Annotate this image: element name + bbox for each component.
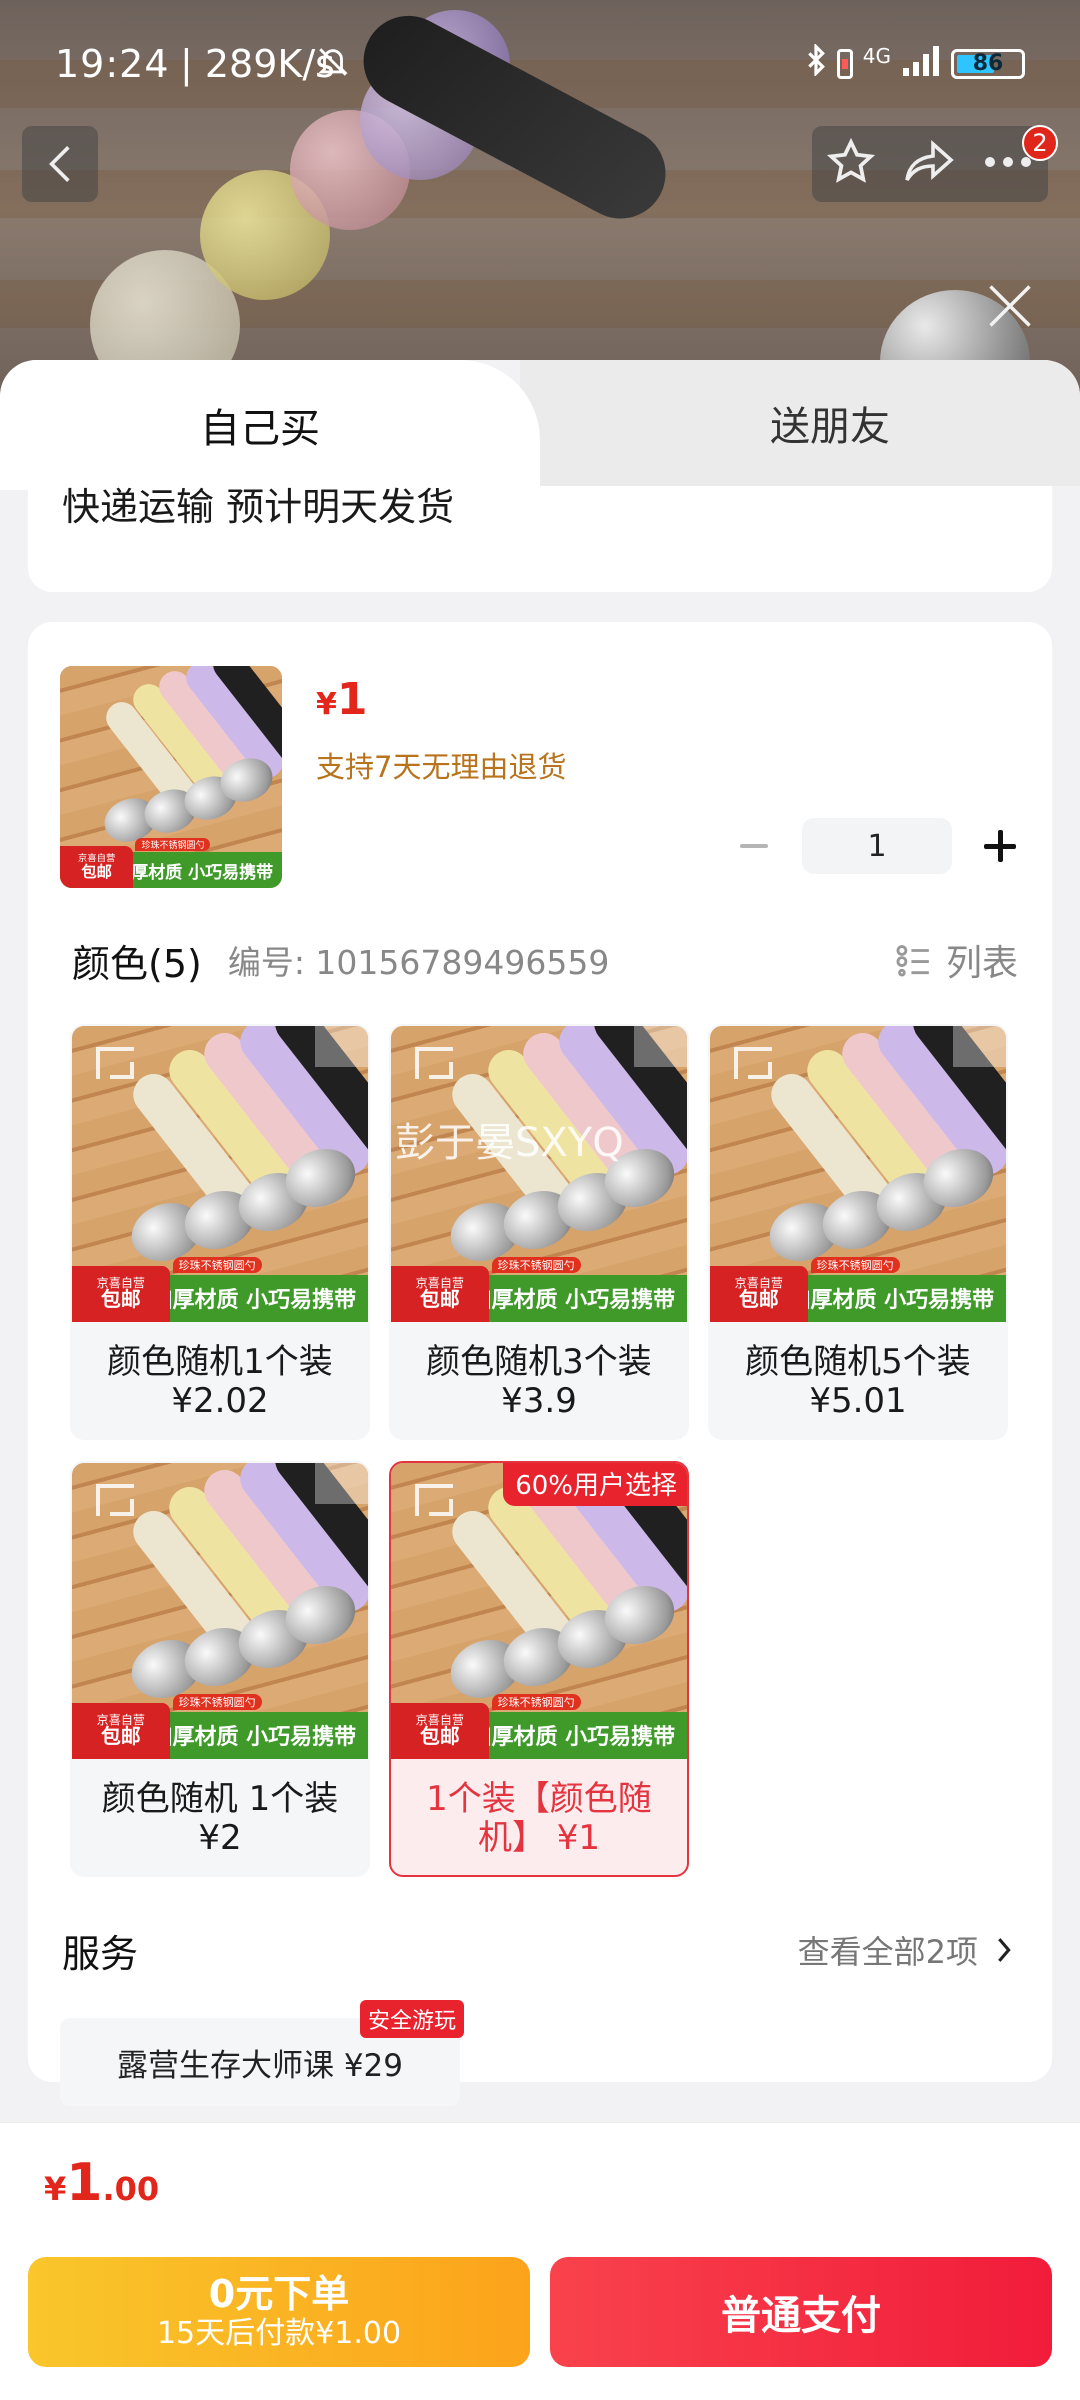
services-view-all[interactable]: 查看全部2项 — [798, 1927, 1012, 1973]
thumb-tagline: 珍珠不锈钢圆勺 — [491, 1257, 581, 1274]
option-name: 颜色随机3个装 — [426, 1341, 652, 1382]
option-item[interactable]: 加厚材质 小巧易携带 珍珠不锈钢圆勺 京喜自营 包邮 颜色随机 1个装 ¥2 — [70, 1461, 370, 1877]
sku-number: 编号: 10156789496559 — [227, 943, 610, 982]
option-price: ¥2.02 — [171, 1381, 269, 1421]
thumb-footer: 加厚材质 小巧易携带 — [469, 1725, 676, 1751]
total-price: ¥1.00 — [44, 2153, 159, 2213]
pay-later-button[interactable]: 0元下单 15天后付款¥1.00 — [28, 2257, 530, 2367]
list-icon — [896, 945, 929, 977]
status-icons: 4G 86 — [805, 42, 1025, 83]
jd-badge-line2: 包邮 — [81, 862, 112, 881]
price-symbol: ¥ — [316, 687, 337, 722]
tab-gift-friend[interactable]: 送朋友 — [520, 360, 1080, 486]
services-header: 服务 查看全部2项 — [62, 1920, 1012, 1980]
option-name: 颜色随机 1个装 — [101, 1778, 339, 1819]
thumb-footer: 加厚材质 小巧易携带 — [150, 1288, 357, 1314]
option-price: ¥2 — [198, 1818, 242, 1858]
list-view-toggle[interactable]: 列表 — [894, 934, 1018, 986]
jd-badge-line2: 包邮 — [739, 1287, 779, 1311]
jd-badge-line2: 包邮 — [101, 1287, 141, 1311]
battery-level: 86 — [972, 51, 1004, 76]
option-item[interactable]: 加厚材质 小巧易携带 珍珠不锈钢圆勺 京喜自营 包邮 颜色随机5个装 ¥5.01 — [708, 1024, 1008, 1440]
option-item-selected[interactable]: 加厚材质 小巧易携带 珍珠不锈钢圆勺 京喜自营 包邮 1个装【颜色随机】 ¥1 60%… — [389, 1461, 689, 1877]
back-button[interactable] — [22, 126, 98, 202]
option-title: 颜色(5) — [72, 941, 202, 986]
option-name: 颜色随机1个装 — [107, 1341, 333, 1382]
list-view-label: 列表 — [945, 943, 1018, 984]
tab-label: 自己买 — [200, 406, 320, 452]
jd-badge-line2: 包邮 — [420, 1724, 460, 1748]
price-value: 1 — [336, 674, 368, 725]
tab-label: 送朋友 — [770, 404, 890, 450]
thumb-tagline: 珍珠不锈钢圆勺 — [172, 1694, 262, 1711]
services-title: 服务 — [62, 1931, 139, 1976]
jd-badge-line2: 包邮 — [101, 1724, 141, 1748]
shipping-card: 快递运输 预计明天发货 — [28, 485, 1052, 592]
return-policy: 支持7天无理由退货 — [316, 750, 567, 784]
mute-icon — [316, 44, 350, 89]
thumb-tagline: 珍珠不锈钢圆勺 — [810, 1257, 900, 1274]
option-item[interactable]: 加厚材质 小巧易携带 珍珠不锈钢圆勺 京喜自营 包邮 颜色随机3个装 ¥3.9 — [389, 1024, 689, 1440]
thumb-footer: 加厚材质 小巧易携带 — [469, 1288, 676, 1314]
chevron-right-icon — [998, 1938, 1011, 1962]
top-action-bar — [812, 126, 1048, 202]
thumb-tagline: 珍珠不锈钢圆勺 — [491, 1694, 581, 1711]
jd-badge: 京喜自营 包邮 — [60, 845, 134, 888]
service-option-label: 露营生存大师课 ¥29 — [116, 2047, 404, 2084]
total-int: 1 — [66, 2153, 103, 2213]
decrease-button[interactable] — [736, 828, 772, 864]
more-icon[interactable] — [982, 154, 1034, 174]
jd-badge-line2: 包邮 — [420, 1287, 460, 1311]
quantity-input[interactable]: 1 — [802, 818, 952, 874]
bluetooth-icon — [805, 42, 827, 83]
thumb-footer: 加厚材质 小巧易携带 — [788, 1288, 995, 1314]
services-view-all-label: 查看全部2项 — [797, 1933, 978, 1971]
favorite-star-icon[interactable] — [826, 137, 876, 191]
checkout-bar: ¥1.00 0元下单 15天后付款¥1.00 普通支付 — [0, 2122, 1080, 2400]
option-item[interactable]: 加厚材质 小巧易携带 珍珠不锈钢圆勺 京喜自营 包邮 颜色随机1个装 ¥2.02 — [70, 1024, 370, 1440]
shipping-text: 快递运输 预计明天发货 — [62, 485, 455, 529]
vibrate-icon — [836, 48, 853, 79]
battery-icon: 86 — [951, 48, 1025, 79]
thumb-footer: 加厚材质 小巧易携带 — [150, 1725, 357, 1751]
option-price: ¥3.9 — [501, 1381, 577, 1421]
increase-button[interactable] — [982, 828, 1018, 864]
option-price: ¥5.01 — [809, 1381, 907, 1421]
status-bar: 19:24 | 289K/s 4G 86 — [0, 0, 1080, 120]
status-time: 19:24 — [55, 42, 170, 86]
pay-now-button[interactable]: 普通支付 — [550, 2257, 1052, 2367]
total-decimal: .00 — [102, 2170, 160, 2208]
chevron-left-icon — [49, 146, 70, 182]
signal-icon — [901, 44, 941, 83]
product-thumbnail: 加厚材质 小巧易携带 珍珠不锈钢圆勺 京喜自营 包邮 — [60, 666, 282, 888]
notification-badge: 2 — [1022, 125, 1058, 161]
popularity-badge: 60%用户选择 — [503, 1463, 687, 1506]
thumb-footer: 加厚材质 小巧易携带 — [114, 862, 274, 883]
purchase-tabs: 送朋友 自己买 — [0, 360, 1080, 490]
pay-later-title: 0元下单 — [208, 2271, 350, 2316]
service-tag: 安全游玩 — [360, 2000, 465, 2038]
share-icon[interactable] — [903, 138, 955, 190]
tab-buy-self[interactable]: 自己买 — [0, 360, 540, 490]
product-card: 加厚材质 小巧易携带 珍珠不锈钢圆勺 京喜自营 包邮 ¥1 支持7天无理由退货 1… — [28, 622, 1052, 2082]
option-name: 1个装【颜色随机】 ¥1 — [426, 1778, 652, 1858]
status-net-speed: | 289K/s — [180, 42, 335, 86]
unit-price: ¥1 — [316, 674, 368, 725]
pay-now-label: 普通支付 — [721, 2293, 881, 2339]
thumb-tagline: 珍珠不锈钢圆勺 — [172, 1257, 262, 1274]
close-icon[interactable] — [984, 280, 1036, 332]
option-header: 颜色(5) 编号: 10156789496559 列表 — [72, 930, 1018, 990]
pay-later-subtitle: 15天后付款¥1.00 — [156, 2315, 402, 2351]
quantity-stepper: 1 — [736, 818, 1018, 874]
option-name: 颜色随机5个装 — [745, 1341, 971, 1382]
network-type: 4G — [862, 44, 891, 68]
page: 19:24 | 289K/s 4G 86 2 送朋友 自己买 快递运输 预计明天… — [0, 0, 1080, 2400]
thumb-tagline: 珍珠不锈钢圆勺 — [135, 838, 211, 852]
total-symbol: ¥ — [44, 2170, 67, 2208]
